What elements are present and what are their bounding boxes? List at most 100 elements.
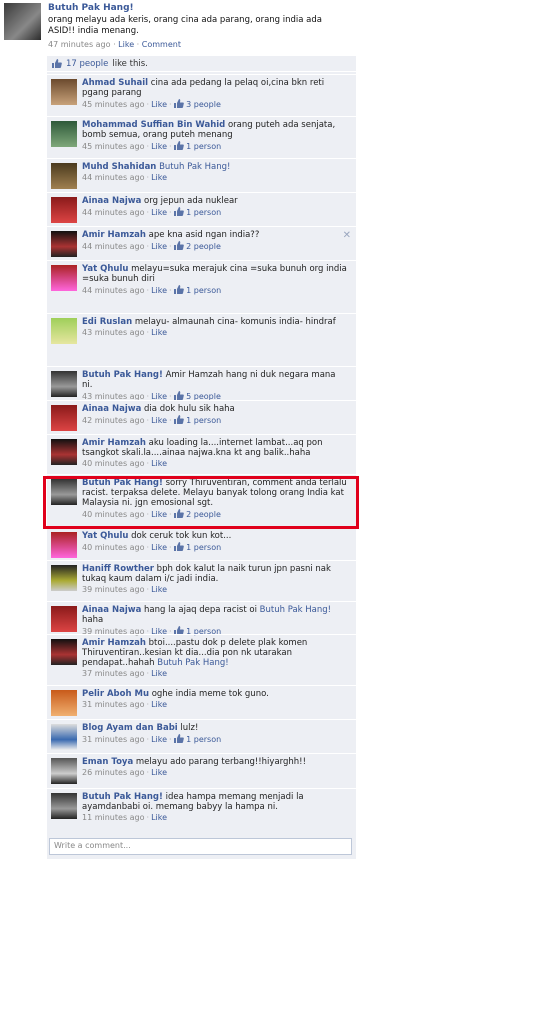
comment-time[interactable]: 37 minutes ago — [82, 669, 145, 678]
comment-mention-link[interactable]: Butuh Pak Hang! — [159, 162, 230, 172]
comment-like-link[interactable]: Like — [151, 543, 167, 552]
comment-avatar[interactable] — [51, 121, 77, 147]
comment-time[interactable]: 44 minutes ago — [82, 286, 145, 295]
comment-meta: 40 minutes ago · Like · 1 person — [82, 542, 347, 553]
comment-author[interactable]: Edi Ruslan — [82, 317, 132, 327]
comment-time[interactable]: 44 minutes ago — [82, 173, 145, 182]
comment-avatar[interactable] — [51, 265, 77, 291]
post-comment-link[interactable]: Comment — [142, 40, 181, 49]
comment-author[interactable]: Eman Toya — [82, 757, 133, 767]
comment-like-link[interactable]: Like — [151, 700, 167, 709]
comment-avatar[interactable] — [51, 793, 77, 819]
comment-like-count[interactable]: 1 person — [173, 207, 221, 217]
post-author-name[interactable]: Butuh Pak Hang! — [48, 3, 134, 13]
comment-author[interactable]: Amir Hamzah — [82, 638, 146, 648]
likes-suffix: like this. — [112, 58, 148, 69]
comment-time[interactable]: 44 minutes ago — [82, 208, 145, 217]
comment-avatar[interactable] — [51, 318, 77, 344]
comment-like-link[interactable]: Like — [151, 459, 167, 468]
comment-avatar[interactable] — [51, 197, 77, 223]
comment-avatar[interactable] — [51, 439, 77, 465]
comment-like-link[interactable]: Like — [151, 100, 167, 109]
comment-like-count[interactable]: 1 person — [173, 542, 221, 552]
comment-avatar[interactable] — [51, 690, 77, 716]
comment-time[interactable]: 42 minutes ago — [82, 416, 145, 425]
comment-like-count[interactable]: 1 person — [173, 141, 221, 151]
comment-time[interactable]: 45 minutes ago — [82, 100, 145, 109]
comment-author[interactable]: Butuh Pak Hang! — [82, 792, 163, 802]
comment-like-link[interactable]: Like — [151, 669, 167, 678]
separator: · — [169, 286, 172, 295]
comment-like-link[interactable]: Like — [151, 242, 167, 251]
comment-mention-link[interactable]: Butuh Pak Hang! — [260, 605, 331, 615]
likes-count-link[interactable]: 17 people — [66, 59, 108, 69]
comment-author[interactable]: Amir Hamzah — [82, 230, 146, 240]
comment-body: Yat Qhulu dok ceruk tok kun kot... 40 min… — [82, 531, 347, 553]
comment-like-link[interactable]: Like — [151, 208, 167, 217]
comment-time[interactable]: 45 minutes ago — [82, 142, 145, 151]
comment-author[interactable]: Ahmad Suhail — [82, 78, 148, 88]
comment-like-link[interactable]: Like — [151, 813, 167, 822]
comment-like-link[interactable]: Like — [151, 416, 167, 425]
post-like-link[interactable]: Like — [118, 40, 134, 49]
comment-like-count[interactable]: 1 person — [173, 285, 221, 295]
thumbs-up-icon — [173, 285, 184, 294]
comment-avatar[interactable] — [51, 606, 77, 632]
thumbs-up-icon — [173, 415, 184, 424]
comment-like-count[interactable]: 2 people — [173, 241, 221, 251]
comment-time[interactable]: 31 minutes ago — [82, 735, 145, 744]
comment-avatar[interactable] — [51, 724, 77, 750]
post-author-avatar[interactable] — [4, 3, 41, 40]
comment-meta: 43 minutes ago · Like — [82, 328, 347, 338]
comment-like-count[interactable]: 1 person — [173, 734, 221, 744]
comment-item: Haniff Rowther bph dok kalut la naik tur… — [47, 560, 356, 601]
comment-body: Muhd Shahidan Butuh Pak Hang! 44 minutes … — [82, 162, 347, 183]
comment-time[interactable]: 43 minutes ago — [82, 328, 145, 337]
comment-time[interactable]: 39 minutes ago — [82, 585, 145, 594]
thumbs-up-icon — [52, 59, 62, 68]
comment-author[interactable]: Pelir Aboh Mu — [82, 689, 149, 699]
comment-author[interactable]: Ainaa Najwa — [82, 404, 141, 414]
post-time[interactable]: 47 minutes ago — [48, 40, 111, 49]
comment-author[interactable]: Ainaa Najwa — [82, 196, 141, 206]
comment-time[interactable]: 44 minutes ago — [82, 242, 145, 251]
comment-author[interactable]: Yat Qhulu — [82, 264, 128, 274]
comment-text: oghe india meme tok guno. — [151, 689, 269, 699]
comment-author[interactable]: Haniff Rowther — [82, 564, 154, 574]
comment-like-link[interactable]: Like — [151, 142, 167, 151]
comment-item: Ahmad Suhail cina ada pedang la pelaq oi… — [47, 74, 356, 116]
comment-avatar[interactable] — [51, 639, 77, 665]
comment-like-count[interactable]: 1 person — [173, 415, 221, 425]
comment-time[interactable]: 40 minutes ago — [82, 459, 145, 468]
comment-author[interactable]: Blog Ayam dan Babi — [82, 723, 178, 733]
comment-mention-link[interactable]: Butuh Pak Hang! — [157, 658, 228, 668]
comment-author[interactable]: Mohammad Suffian Bin Wahid — [82, 120, 225, 130]
comment-avatar[interactable] — [51, 79, 77, 105]
comment-avatar[interactable] — [51, 405, 77, 431]
comment-like-link[interactable]: Like — [151, 328, 167, 337]
comment-time[interactable]: 31 minutes ago — [82, 700, 145, 709]
comment-avatar[interactable] — [51, 231, 77, 257]
comment-like-link[interactable]: Like — [151, 735, 167, 744]
comment-time[interactable]: 40 minutes ago — [82, 543, 145, 552]
close-icon[interactable]: ✕ — [343, 230, 351, 241]
comment-avatar[interactable] — [51, 565, 77, 591]
comment-like-link[interactable]: Like — [151, 173, 167, 182]
comment-like-link[interactable]: Like — [151, 286, 167, 295]
comment-like-count[interactable]: 3 people — [173, 99, 221, 109]
comment-time[interactable]: 11 minutes ago — [82, 813, 145, 822]
comment-avatar[interactable] — [51, 371, 77, 397]
comment-avatar[interactable] — [51, 163, 77, 189]
comment-time[interactable]: 26 minutes ago — [82, 768, 145, 777]
comment-like-link[interactable]: Like — [151, 585, 167, 594]
comment-author[interactable]: Yat Qhulu — [82, 531, 128, 541]
write-comment-input[interactable]: Write a comment... — [49, 838, 352, 855]
comment-avatar[interactable] — [51, 532, 77, 558]
comment-like-link[interactable]: Like — [151, 768, 167, 777]
comment-author[interactable]: Butuh Pak Hang! — [82, 370, 163, 380]
comment-avatar[interactable] — [51, 758, 77, 784]
comment-author[interactable]: Amir Hamzah — [82, 438, 146, 448]
comment-author[interactable]: Ainaa Najwa — [82, 605, 141, 615]
comment-text: dia dok hulu sik haha — [144, 404, 235, 414]
comment-author[interactable]: Muhd Shahidan — [82, 162, 156, 172]
